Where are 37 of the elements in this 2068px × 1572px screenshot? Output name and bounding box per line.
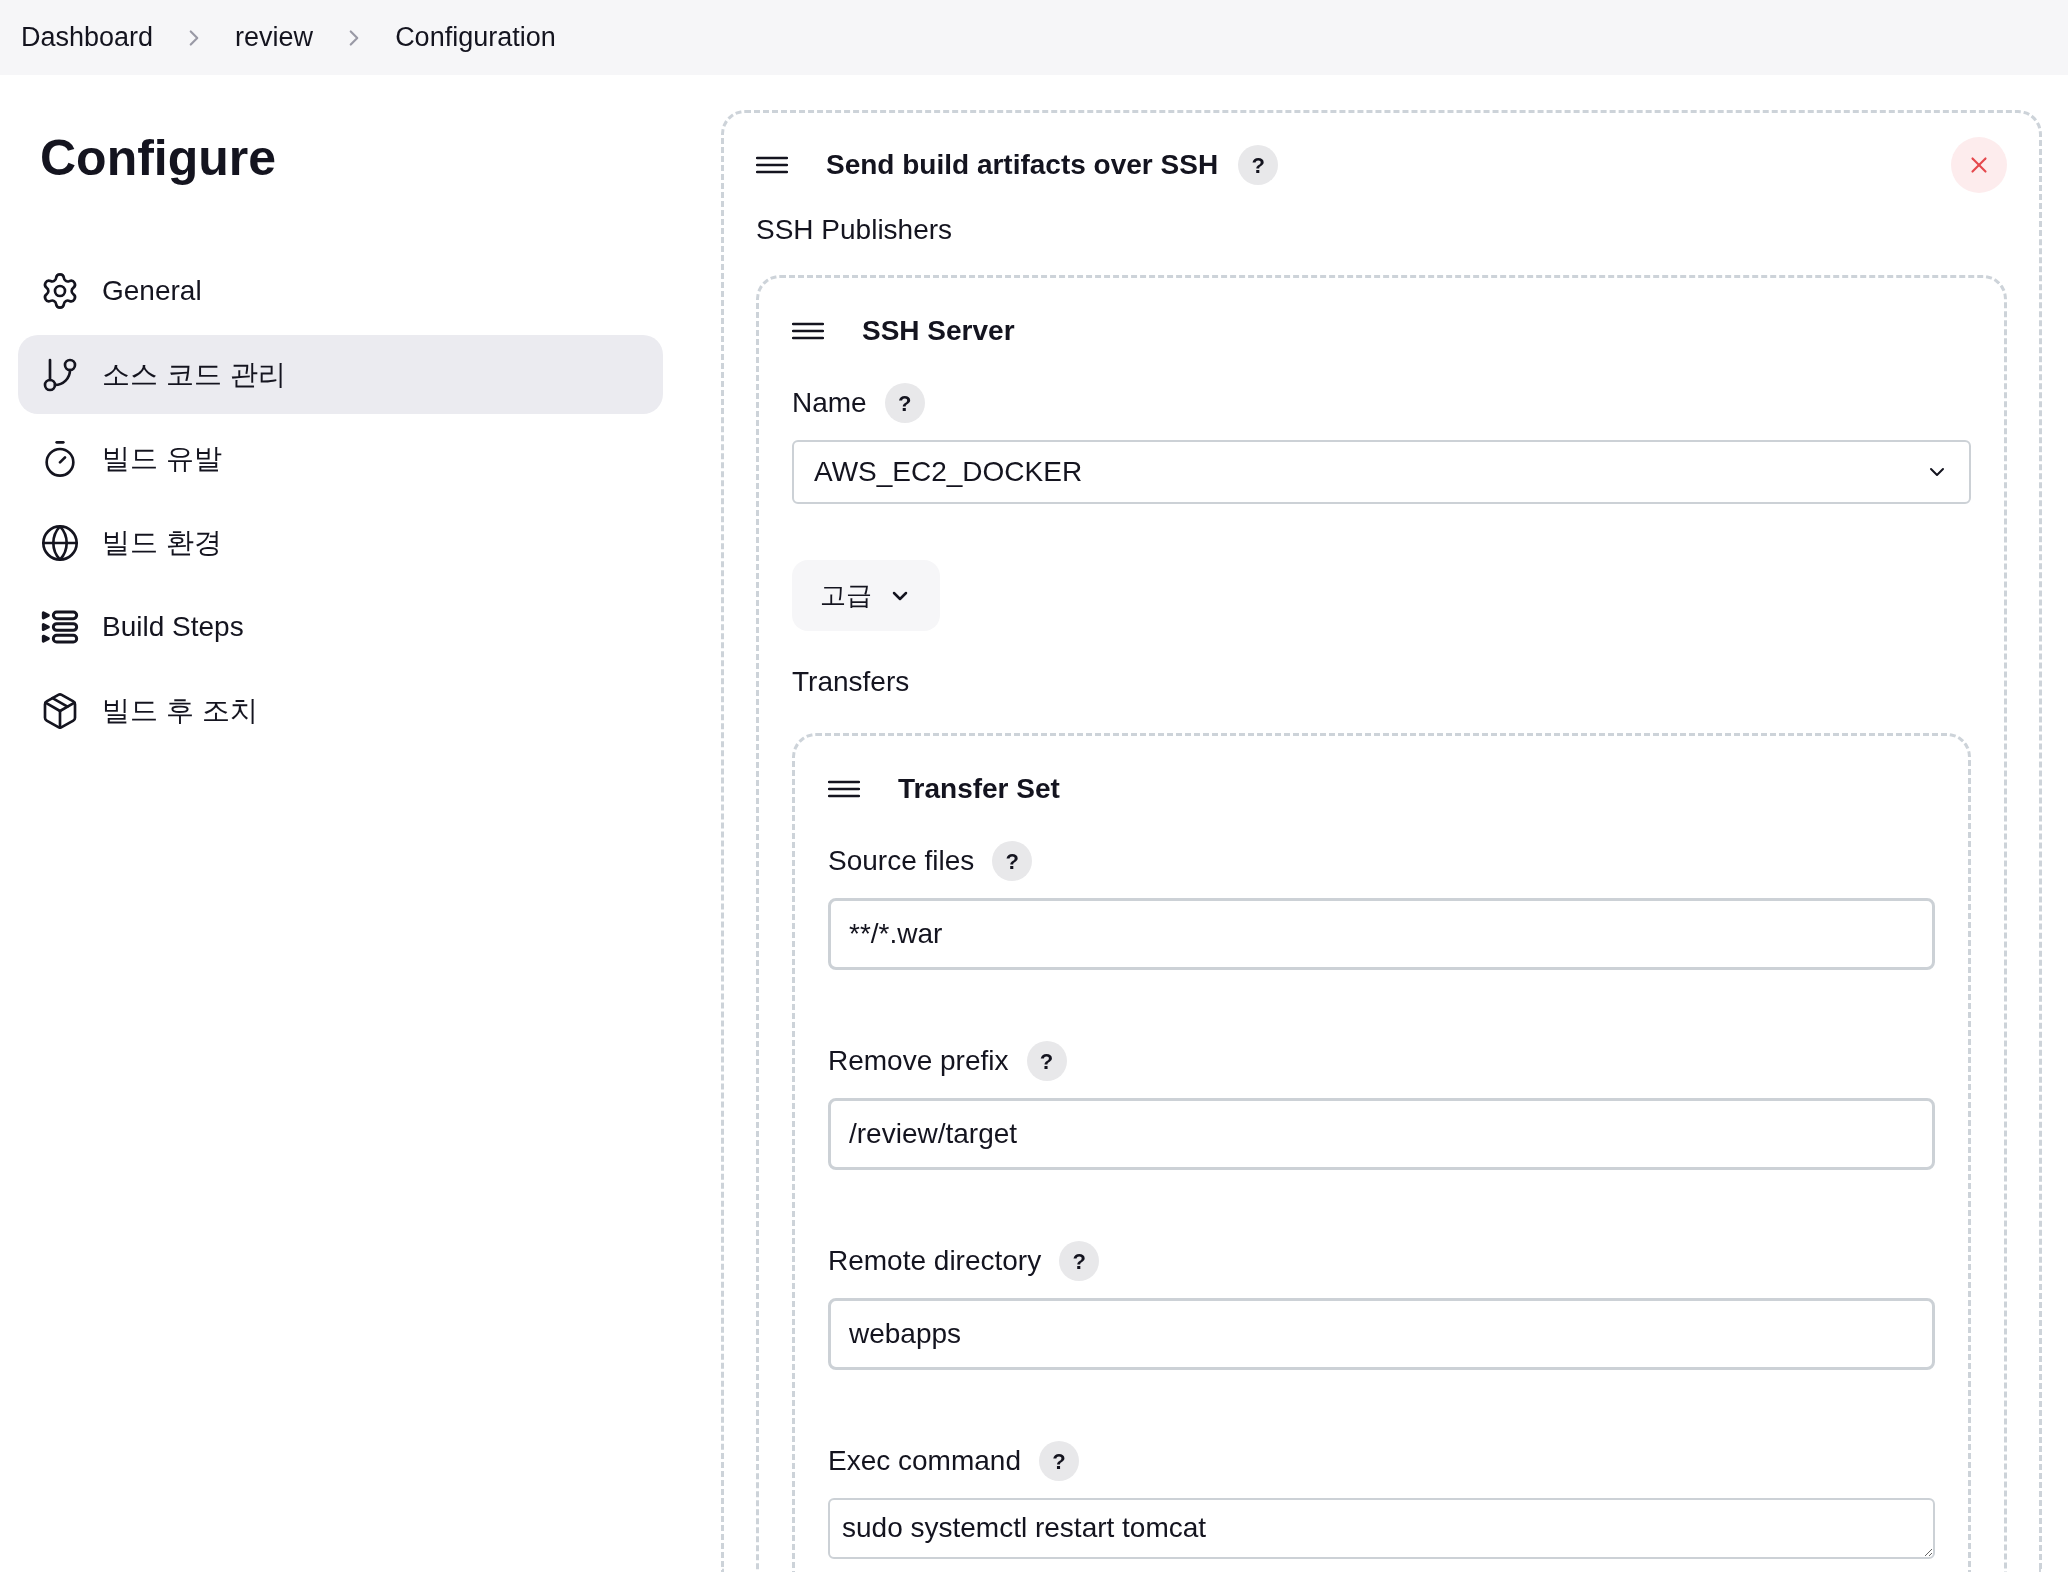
globe-icon: [40, 522, 80, 563]
command-textarea[interactable]: sudo systemctl restart tomcat: [828, 1498, 1935, 1559]
breadcrumb-link[interactable]: review: [235, 17, 314, 58]
sidebar-item[interactable]: 소스 코드 관리: [18, 335, 663, 414]
section-label: SSH Publishers: [756, 213, 954, 247]
page-title: Configure: [39, 128, 278, 188]
sidebar-item[interactable]: 빌드 유발: [18, 419, 663, 498]
name-select[interactable]: AWS_EC2_DOCKER: [792, 440, 1971, 504]
field-label: Name: [792, 386, 867, 420]
field-label: Remote directory: [828, 1244, 1042, 1278]
help-button[interactable]: ?: [992, 841, 1033, 881]
close-button[interactable]: [1951, 137, 2007, 193]
drag-handle-icon[interactable]: [828, 779, 860, 799]
panel-title: Send build artifacts over SSH: [826, 148, 1219, 182]
sidebar-item[interactable]: 빌드 환경: [18, 503, 663, 582]
text-input[interactable]: /review/target: [828, 1098, 1935, 1170]
help-button[interactable]: ?: [1238, 145, 1279, 185]
breadcrumb-link[interactable]: Dashboard: [21, 17, 154, 58]
text-input[interactable]: **/*.war: [828, 898, 1935, 970]
field-label: Exec command: [828, 1444, 1021, 1478]
sidebar-item[interactable]: 빌드 후 조치: [18, 671, 663, 750]
advanced-button[interactable]: 고급: [792, 560, 940, 631]
drag-handle-icon[interactable]: [792, 321, 824, 341]
sidebar-item[interactable]: Build Steps: [18, 587, 663, 666]
sidebar-item[interactable]: General: [18, 251, 663, 330]
field-label: Source files: [828, 844, 975, 878]
card-title: SSH Server: [862, 314, 1015, 348]
help-button[interactable]: ?: [1026, 1041, 1067, 1081]
breadcrumb-link[interactable]: Configuration: [395, 17, 556, 58]
text-input[interactable]: webapps: [828, 1298, 1935, 1370]
drag-handle-icon[interactable]: [756, 155, 788, 175]
help-button[interactable]: ?: [1038, 1441, 1079, 1481]
card-title: Transfer Set: [898, 772, 1060, 806]
field-label: Remove prefix: [828, 1044, 1009, 1078]
section-label: Transfers: [792, 665, 911, 699]
help-button[interactable]: ?: [884, 383, 925, 423]
help-button[interactable]: ?: [1059, 1241, 1100, 1281]
